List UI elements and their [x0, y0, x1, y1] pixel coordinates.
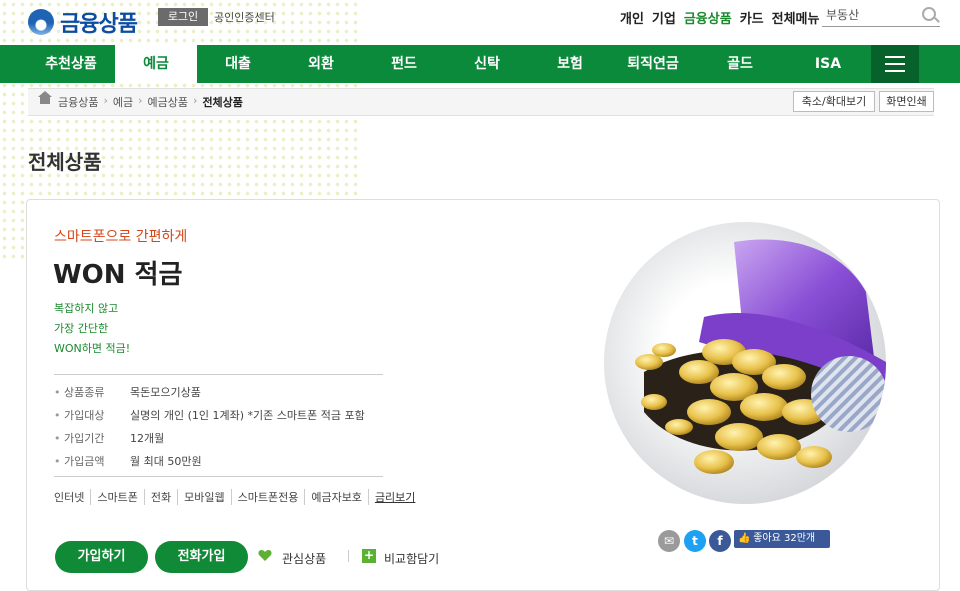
nav-loan[interactable]: 대출: [197, 45, 279, 83]
divider: [54, 476, 383, 477]
top-bar: 금융상품 로그인 공인인증센터 개인 기업 금융상품 카드 전체메뉴: [0, 0, 960, 44]
breadcrumb-item[interactable]: 예금: [113, 94, 133, 110]
facebook-like-button[interactable]: 👍 좋아요 32만개: [734, 530, 830, 548]
product-tagline: 스마트폰으로 간편하게: [54, 229, 188, 245]
divider: [348, 550, 349, 562]
nav-insurance[interactable]: 보험: [529, 45, 611, 83]
channel-phone: 전화: [143, 489, 177, 505]
product-name: WON 적금: [53, 260, 183, 290]
detail-value: 12개월: [130, 432, 165, 445]
email-icon[interactable]: ✉: [658, 530, 680, 552]
detail-row-type: 상품종류목돈모으기상품: [54, 384, 201, 400]
nav-retirement-pension[interactable]: 퇴직연금: [612, 45, 694, 83]
chevron-right-icon: ›: [193, 94, 198, 107]
detail-row-eligibility: 가입대상실명의 개인 (1인 1계좌) *기존 스마트폰 적금 포함: [54, 407, 365, 423]
channel-depositor-protection[interactable]: 예금자보호: [304, 489, 368, 505]
channel-internet: 인터넷: [54, 491, 85, 504]
hamburger-icon: [885, 56, 905, 58]
top-nav-card[interactable]: 카드: [740, 8, 764, 27]
hamburger-menu-button[interactable]: [871, 45, 919, 83]
cert-center-link[interactable]: 공인인증센터: [214, 9, 275, 25]
detail-label: 가입대상: [54, 407, 130, 423]
main-nav: 추천상품 예금 대출 외환 펀드 신탁 보험 퇴직연금 골드 ISA: [0, 45, 960, 83]
product-description-line: 가장 간단한: [54, 322, 109, 335]
nav-gold[interactable]: 골드: [699, 45, 781, 83]
plus-icon[interactable]: +: [362, 549, 376, 563]
divider: [54, 374, 383, 375]
search-input[interactable]: [822, 4, 916, 25]
detail-row-amount: 가입금액월 최대 50만원: [54, 453, 202, 469]
detail-label: 가입기간: [54, 430, 130, 446]
channel-list: 인터넷 스마트폰 전화 모바일웹 스마트폰전용 예금자보호 금리보기: [54, 489, 421, 505]
nav-deposit[interactable]: 예금: [115, 45, 197, 83]
detail-label: 가입금액: [54, 453, 130, 469]
home-icon[interactable]: [38, 91, 52, 104]
top-nav: 개인 기업 금융상품 카드 전체메뉴: [620, 8, 819, 27]
detail-row-period: 가입기간12개월: [54, 430, 164, 446]
top-nav-financial-products[interactable]: 금융상품: [684, 8, 732, 27]
breadcrumb-item[interactable]: 금융상품: [58, 94, 98, 110]
detail-value: 목돈모으기상품: [130, 386, 201, 399]
wishlist-button[interactable]: 관심상품: [282, 550, 326, 567]
channel-mobile-web: 모바일웹: [177, 489, 230, 505]
nav-isa[interactable]: ISA: [787, 45, 869, 83]
product-hero-image: [604, 222, 886, 504]
thumbs-up-icon: 👍: [738, 533, 751, 544]
top-nav-business[interactable]: 기업: [652, 8, 676, 27]
detail-label: 상품종류: [54, 384, 130, 400]
phone-join-button[interactable]: 전화가입: [155, 541, 248, 573]
breadcrumb: 금융상품 › 예금 › 예금상품 › 전체상품: [58, 94, 243, 110]
heart-icon[interactable]: [258, 549, 272, 562]
chevron-right-icon: ›: [103, 94, 108, 107]
logo-icon: [28, 9, 54, 35]
detail-value: 월 최대 50만원: [130, 455, 202, 468]
search-icon[interactable]: [922, 7, 936, 21]
top-nav-personal[interactable]: 개인: [620, 8, 644, 27]
search-box: [822, 4, 940, 27]
compare-button[interactable]: 비교함담기: [384, 550, 439, 567]
logo-text: 금융상품: [60, 12, 138, 37]
facebook-icon[interactable]: f: [709, 530, 731, 552]
nav-foreign-exchange[interactable]: 외환: [280, 45, 362, 83]
join-button[interactable]: 가입하기: [55, 541, 148, 573]
page-title: 전체상품: [28, 150, 102, 174]
channel-smartphone: 스마트폰: [90, 489, 143, 505]
breadcrumb-current: 전체상품: [202, 96, 243, 109]
zoom-button[interactable]: 축소/확대보기: [793, 91, 875, 112]
coins-hat-illustration: [635, 239, 886, 474]
nav-recommended[interactable]: 추천상품: [30, 45, 112, 83]
channel-smartphone-only: 스마트폰전용: [230, 489, 305, 505]
top-nav-all-menu[interactable]: 전체메뉴: [772, 8, 820, 27]
product-description-line: 복잡하지 않고: [54, 302, 119, 315]
view-rate-link[interactable]: 금리보기: [367, 489, 421, 505]
detail-value: 실명의 개인 (1인 1계좌) *기존 스마트폰 적금 포함: [130, 409, 365, 422]
nav-fund[interactable]: 펀드: [363, 45, 445, 83]
product-description-line: WON하면 적금!: [54, 342, 131, 355]
twitter-icon[interactable]: t: [684, 530, 706, 552]
breadcrumb-bar: 금융상품 › 예금 › 예금상품 › 전체상품 축소/확대보기 화면인쇄: [28, 88, 934, 116]
logo[interactable]: 금융상품: [28, 6, 138, 38]
like-count: 좋아요 32만개: [753, 533, 816, 544]
nav-trust[interactable]: 신탁: [446, 45, 528, 83]
breadcrumb-item[interactable]: 예금상품: [148, 94, 188, 110]
chevron-right-icon: ›: [138, 94, 143, 107]
login-button[interactable]: 로그인: [158, 8, 208, 26]
print-button[interactable]: 화면인쇄: [879, 91, 934, 112]
